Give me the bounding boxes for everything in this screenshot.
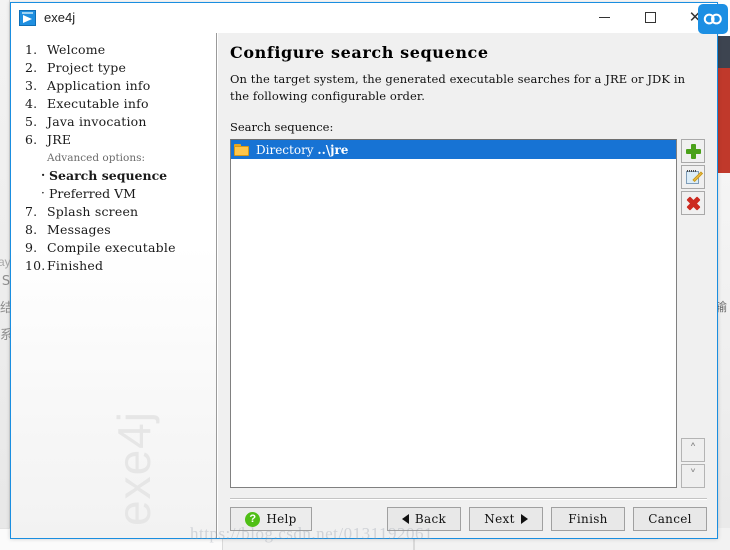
finish-button[interactable]: Finish bbox=[551, 507, 625, 531]
sidebar-item-compile-executable[interactable]: 9. Compile executable bbox=[11, 239, 216, 257]
step-label: Splash screen bbox=[47, 204, 139, 219]
minimize-icon bbox=[598, 17, 610, 18]
step-label: JRE bbox=[47, 132, 72, 147]
folder-icon bbox=[234, 143, 249, 156]
plus-icon bbox=[685, 143, 701, 159]
list-reorder-tools: ˄ ˅ bbox=[681, 438, 707, 488]
help-button-label: Help bbox=[266, 512, 297, 526]
step-label: Executable info bbox=[47, 96, 149, 111]
sidebar-item-welcome[interactable]: 1. Welcome bbox=[11, 41, 216, 59]
title-bar[interactable]: exe4j ✕ bbox=[11, 3, 728, 34]
finish-button-label: Finish bbox=[568, 512, 608, 526]
sidebar-item-splash-screen[interactable]: 7. Splash screen bbox=[11, 203, 216, 221]
maximize-icon bbox=[644, 12, 656, 23]
sidebar-item-preferred-vm[interactable]: · Preferred VM bbox=[11, 185, 216, 203]
step-number: 8. bbox=[25, 222, 38, 237]
wizard-steps-sidebar: 1. Welcome 2. Project type 3. Applicatio… bbox=[11, 33, 217, 538]
link-badge-icon[interactable] bbox=[698, 4, 728, 34]
help-icon: ? bbox=[245, 511, 261, 527]
sidebar-item-java-invocation[interactable]: 5. Java invocation bbox=[11, 113, 216, 131]
maximize-button[interactable] bbox=[627, 3, 673, 33]
cancel-button[interactable]: Cancel bbox=[633, 507, 707, 531]
exe4j-app-icon bbox=[19, 9, 36, 26]
step-number: 4. bbox=[25, 96, 38, 111]
sidebar-item-label: Preferred VM bbox=[49, 186, 136, 201]
list-edit-tools bbox=[681, 139, 707, 215]
content-header: Configure search sequence On the target … bbox=[218, 33, 717, 139]
step-label: Messages bbox=[47, 222, 111, 237]
chevron-up-icon: ˄ bbox=[689, 442, 697, 458]
pencil-edit-icon bbox=[685, 169, 704, 185]
sidebar-item-executable-info[interactable]: 4. Executable info bbox=[11, 95, 216, 113]
move-down-button[interactable]: ˅ bbox=[681, 464, 705, 488]
arrow-right-icon bbox=[520, 514, 528, 524]
step-number: 2. bbox=[25, 60, 38, 75]
step-label: Finished bbox=[47, 258, 104, 273]
exe4j-wizard-window: exe4j ✕ 1. Welcome 2. Project type 3. Ap… bbox=[10, 2, 728, 539]
step-number: 1. bbox=[25, 42, 38, 57]
step-number: 9. bbox=[25, 240, 38, 255]
page-title: Configure search sequence bbox=[230, 43, 489, 62]
list-item[interactable]: Directory ..\jre bbox=[231, 140, 676, 159]
cancel-button-label: Cancel bbox=[648, 512, 692, 526]
remove-button[interactable] bbox=[681, 191, 705, 215]
chevron-down-icon: ˅ bbox=[689, 468, 697, 484]
sidebar-item-search-sequence[interactable]: · Search sequence bbox=[11, 167, 216, 185]
step-number: 7. bbox=[25, 204, 38, 219]
sidebar-item-messages[interactable]: 8. Messages bbox=[11, 221, 216, 239]
list-item-value: ..\jre bbox=[317, 142, 349, 157]
red-x-icon bbox=[686, 196, 701, 211]
search-sequence-label: Search sequence: bbox=[230, 120, 334, 134]
bullet-icon: · bbox=[41, 186, 45, 200]
footer-button-bar: ? Help Back Next Finish Cancel bbox=[218, 500, 717, 538]
search-sequence-area: Directory ..\jre ˄ ˅ bbox=[218, 139, 717, 488]
back-button-label: Back bbox=[414, 512, 447, 526]
step-label: Project type bbox=[47, 60, 127, 75]
sidebar-item-finished[interactable]: 10. Finished bbox=[11, 257, 216, 275]
advanced-options-heading: Advanced options: bbox=[47, 152, 146, 164]
window-controls: ✕ bbox=[581, 3, 717, 33]
sidebar-watermark: exe4j bbox=[108, 411, 160, 526]
edit-button[interactable] bbox=[681, 165, 705, 189]
list-tool-buttons: ˄ ˅ bbox=[681, 139, 707, 488]
bullet-icon: · bbox=[41, 168, 46, 182]
step-label: Application info bbox=[47, 78, 151, 93]
screen-root: ay S 结 系 输 5 exe4j ✕ bbox=[0, 0, 730, 550]
back-button[interactable]: Back bbox=[387, 507, 461, 531]
next-button[interactable]: Next bbox=[469, 507, 543, 531]
step-number: 6. bbox=[25, 132, 38, 147]
add-button[interactable] bbox=[681, 139, 705, 163]
step-label: Welcome bbox=[47, 42, 106, 57]
step-number: 5. bbox=[25, 114, 38, 129]
dialog-body: 1. Welcome 2. Project type 3. Applicatio… bbox=[11, 33, 717, 538]
help-button[interactable]: ? Help bbox=[230, 507, 312, 531]
step-label: Compile executable bbox=[47, 240, 176, 255]
arrow-left-icon bbox=[401, 514, 409, 524]
step-label: Java invocation bbox=[47, 114, 147, 129]
step-number: 10. bbox=[25, 258, 46, 273]
search-sequence-list[interactable]: Directory ..\jre bbox=[230, 139, 677, 488]
list-item-prefix: Directory bbox=[256, 142, 318, 157]
minimize-button[interactable] bbox=[581, 3, 627, 33]
move-up-button[interactable]: ˄ bbox=[681, 438, 705, 462]
next-button-label: Next bbox=[484, 512, 515, 526]
sidebar-item-project-type[interactable]: 2. Project type bbox=[11, 59, 216, 77]
sidebar-item-jre[interactable]: 6. JRE bbox=[11, 131, 216, 149]
sidebar-item-application-info[interactable]: 3. Application info bbox=[11, 77, 216, 95]
step-number: 3. bbox=[25, 78, 38, 93]
content-pane: Configure search sequence On the target … bbox=[217, 33, 717, 538]
window-title: exe4j bbox=[44, 10, 76, 25]
sidebar-item-label: Search sequence bbox=[49, 168, 168, 183]
page-description: On the target system, the generated exec… bbox=[230, 72, 686, 103]
list-item-label: Directory ..\jre bbox=[256, 143, 348, 157]
